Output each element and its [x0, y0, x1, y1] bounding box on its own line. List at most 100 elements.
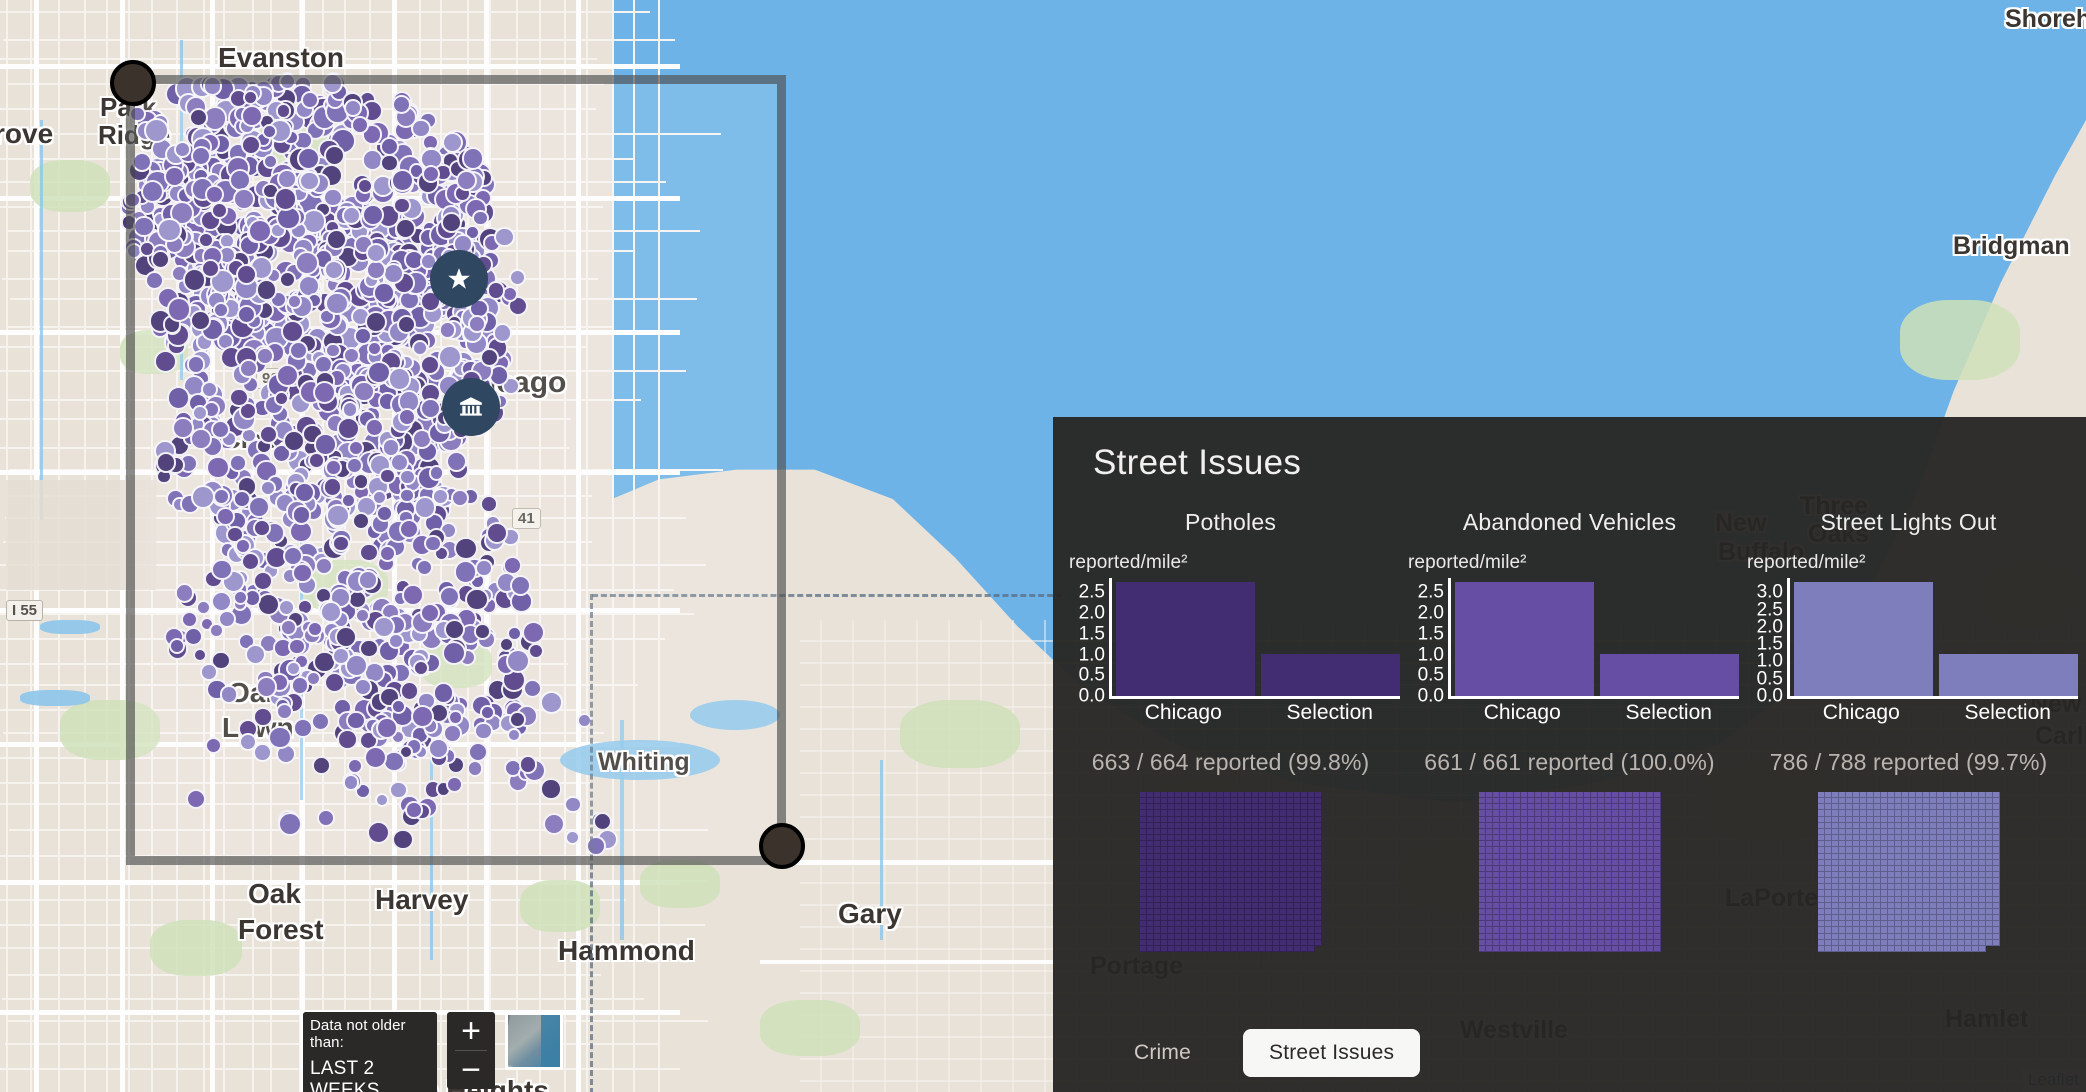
y-tick-label: 2.5: [1756, 599, 1783, 621]
waffle-cell: [1590, 945, 1598, 952]
waffle-chart: [1139, 792, 1322, 952]
y-tick-label: 1.0: [1417, 644, 1444, 666]
waffle-cell: [1653, 945, 1661, 952]
panel-title: Street Issues: [1093, 443, 1302, 482]
tab-crime[interactable]: Crime: [1108, 1029, 1217, 1077]
waffle-cell: [1499, 945, 1507, 952]
bar-plot: 0.0 0.5 1.0 1.5 2.0 2.5: [1400, 578, 1739, 706]
bar-selection[interactable]: [1600, 653, 1739, 696]
chart-column-0: Potholes reported/mile² 0.0 0.5 1.0 1.5 2.0 2…: [1061, 495, 1400, 952]
zoom-controls[interactable]: + −: [447, 1012, 495, 1089]
y-tick-label: 0.0: [1078, 685, 1105, 707]
waffle-cell: [1293, 945, 1301, 952]
bar-chicago[interactable]: [1794, 582, 1933, 696]
waffle-cell: [1632, 945, 1640, 952]
waffle-cell: [1569, 945, 1577, 952]
x-axis-labels: Chicago Selection: [1791, 699, 2078, 725]
y-axis-label: reported/mile²: [1069, 552, 1188, 573]
waffle-cell: [1541, 945, 1549, 952]
waffle-cell: [1887, 945, 1895, 952]
map-selection-rectangle[interactable]: [126, 75, 786, 865]
waffle-cell: [1146, 945, 1154, 952]
bars-group: [1112, 578, 1400, 696]
map-controls[interactable]: Data not older than: LAST 2 WEEKS LAST M…: [303, 1012, 563, 1092]
highway-shield-i-55: I 55: [6, 600, 44, 621]
waffle-cell: [1160, 945, 1168, 952]
waffle-cell: [1957, 945, 1965, 952]
waffle-cell: [1513, 945, 1521, 952]
tab-street-issues[interactable]: Street Issues: [1243, 1029, 1421, 1077]
chart-title: Potholes: [1184, 509, 1277, 535]
waffle-cell: [1866, 945, 1874, 952]
waffle-cell: [1611, 945, 1619, 952]
waffle-cell: [1993, 946, 2000, 952]
bar-plot: 0.0 0.5 1.0 1.5 2.0 2.5 3.0: [1739, 578, 2078, 706]
waffle-cell: [1943, 945, 1951, 952]
street-issues-dashboard-panel[interactable]: Street Issues Potholes reported/mile² 0.…: [1053, 417, 2086, 1092]
waffle-cell: [1639, 945, 1647, 952]
zoom-in-button[interactable]: +: [447, 1012, 495, 1050]
y-tick-label: 1.5: [1756, 633, 1783, 655]
waffle-cell: [1929, 945, 1937, 952]
waffle-cell: [1831, 945, 1839, 952]
waffle-cell: [1202, 945, 1210, 952]
chart-title: Street Lights Out: [1820, 509, 1997, 535]
waffle-cell: [1153, 945, 1161, 952]
waffle-cell: [1300, 945, 1308, 952]
y-axis-ticks: 0.0 0.5 1.0 1.5 2.0 2.5: [1061, 578, 1109, 706]
y-tick-label: 0.5: [1417, 664, 1444, 686]
x-axis-labels: Chicago Selection: [1452, 699, 1739, 725]
waffle-cell: [1492, 945, 1500, 952]
bar-selection[interactable]: [1261, 653, 1400, 696]
y-tick-label: 0.5: [1078, 664, 1105, 686]
layer-switcher-thumbnail[interactable]: [505, 1012, 563, 1070]
y-tick-label: 1.5: [1417, 623, 1444, 645]
waffle-cell: [1244, 945, 1252, 952]
y-tick-label: 2.0: [1417, 602, 1444, 624]
selection-handle-bottom-right[interactable]: [759, 823, 805, 869]
waffle-cell: [1195, 945, 1203, 952]
data-age-filter-header: Data not older than:: [303, 1012, 437, 1055]
waffle-cell: [1315, 946, 1322, 952]
waffle-cell: [1824, 945, 1832, 952]
zoom-out-button[interactable]: −: [447, 1051, 495, 1089]
waffle-chart: [1478, 792, 1661, 952]
waffle-cell: [1915, 945, 1923, 952]
panel-tab-bar[interactable]: Crime Street Issues: [1053, 1014, 2086, 1092]
waffle-cell: [1181, 945, 1189, 952]
x-tick-label: Selection: [1625, 701, 1712, 724]
y-axis-label: reported/mile²: [1408, 552, 1527, 573]
waffle-cell: [1307, 945, 1315, 952]
x-axis-labels: Chicago Selection: [1113, 699, 1400, 725]
waffle-cell: [1901, 945, 1909, 952]
chart-column-1: Abandoned Vehicles reported/mile² 0.0 0.5…: [1400, 495, 1739, 952]
data-age-filter[interactable]: Data not older than: LAST 2 WEEKS LAST M…: [303, 1012, 437, 1092]
waffle-cell: [1223, 945, 1231, 952]
waffle-cell: [1272, 945, 1280, 952]
waffle-cell: [1279, 945, 1287, 952]
waffle-cell: [1527, 945, 1535, 952]
waffle-cell: [1583, 945, 1591, 952]
bar-chicago[interactable]: [1455, 582, 1594, 696]
waffle-cell: [1174, 945, 1182, 952]
bar-plot: 0.0 0.5 1.0 1.5 2.0 2.5: [1061, 578, 1400, 706]
y-tick-label: 2.0: [1078, 602, 1105, 624]
x-tick-label: Selection: [1964, 701, 2051, 724]
waffle-cell: [1859, 945, 1867, 952]
y-tick-label: 2.0: [1756, 616, 1783, 638]
y-tick-label: 1.0: [1756, 650, 1783, 672]
selection-handle-top-left[interactable]: [110, 60, 156, 106]
waffle-cell: [1548, 945, 1556, 952]
waffle-cell: [1534, 945, 1542, 952]
waffle-cell: [1625, 945, 1633, 952]
data-age-option-last-2-weeks[interactable]: LAST 2 WEEKS: [303, 1055, 437, 1092]
waffle-cell: [1216, 945, 1224, 952]
waffle-cell: [1986, 946, 1993, 952]
y-tick-label: 3.0: [1756, 581, 1783, 603]
waffle-chart: [1817, 792, 2000, 952]
bar-chicago[interactable]: [1116, 582, 1255, 696]
waffle-cell: [1209, 945, 1217, 952]
bar-selection[interactable]: [1939, 653, 2078, 696]
waffle-cell: [1265, 945, 1273, 952]
charts-row: Potholes reported/mile² 0.0 0.5 1.0 1.5 2.0 2…: [1053, 483, 2086, 952]
